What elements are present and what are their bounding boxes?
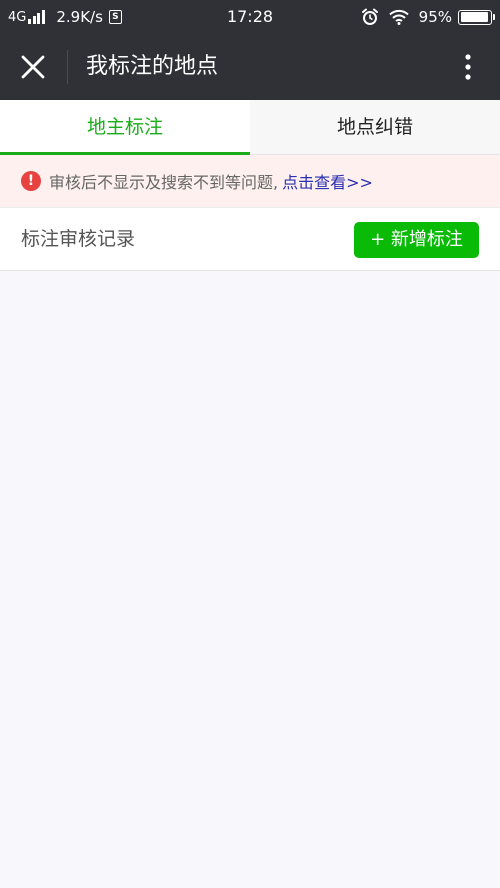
review-notice: ! 审核后不显示及搜索不到等问题, 点击查看>> xyxy=(0,155,500,208)
nav-divider xyxy=(67,50,68,84)
review-records-header: 标注审核记录 + 新增标注 xyxy=(0,208,500,271)
wifi-icon xyxy=(388,9,409,25)
more-vertical-icon xyxy=(465,54,471,80)
warning-icon: ! xyxy=(21,171,41,191)
add-marking-button[interactable]: + 新增标注 xyxy=(354,222,479,258)
alarm-icon xyxy=(361,8,379,26)
close-icon xyxy=(21,55,45,79)
tab-landowner-marking[interactable]: 地主标注 xyxy=(0,100,250,155)
status-bar: 4G 2.9K/s S 17:28 95% xyxy=(0,0,500,34)
tab-location-correction[interactable]: 地点纠错 xyxy=(250,100,500,154)
nav-bar: 我标注的地点 xyxy=(0,34,500,100)
battery-icon xyxy=(458,9,495,25)
records-list xyxy=(0,271,500,888)
more-button[interactable] xyxy=(454,51,482,83)
tab-bar: 地主标注 地点纠错 xyxy=(0,100,500,155)
notice-link[interactable]: 点击查看>> xyxy=(282,169,373,193)
close-button[interactable] xyxy=(14,51,52,83)
review-records-label: 标注审核记录 xyxy=(21,228,136,250)
notice-text: 审核后不显示及搜索不到等问题, xyxy=(49,173,279,192)
page-title: 我标注的地点 xyxy=(86,54,219,79)
status-right: 95% xyxy=(361,0,495,34)
battery-percent: 95% xyxy=(418,8,452,26)
